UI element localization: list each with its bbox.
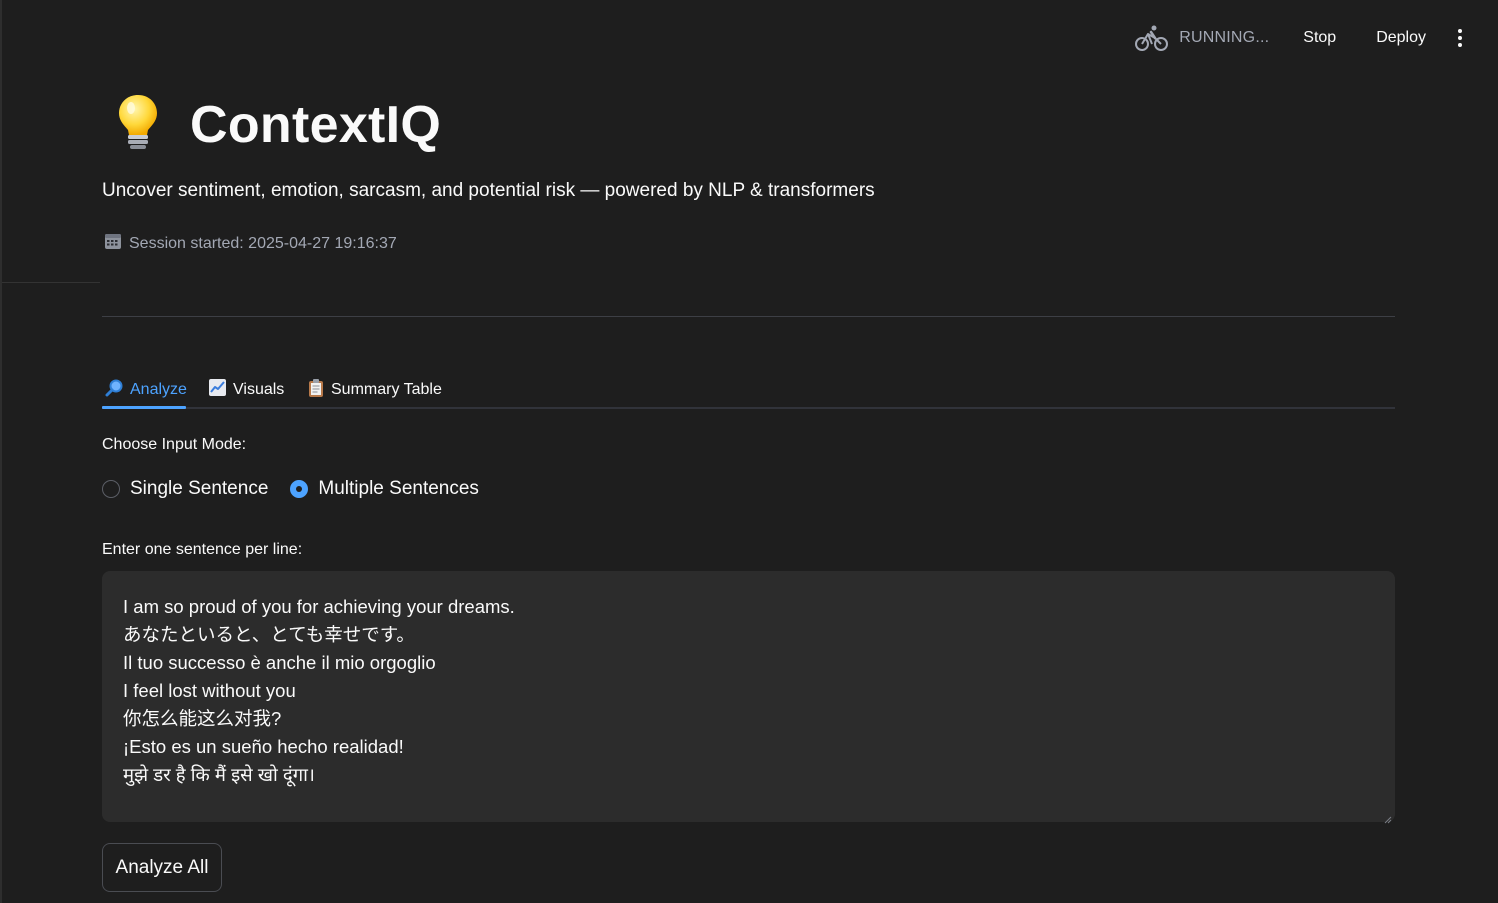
- radio-circle-checked[interactable]: [290, 480, 309, 498]
- input-mode-label: Choose Input Mode:: [102, 436, 247, 453]
- textarea-line: ¡Esto es un sueño hecho realidad!: [123, 736, 404, 757]
- session-info: Session started: 2025-04-27 19:16:37: [104, 232, 397, 255]
- tab-analyze[interactable]: Analyze: [104, 372, 187, 408]
- textarea-line: I am so proud of you for achieving your …: [123, 596, 515, 617]
- tab-analyze-label: Analyze: [130, 381, 187, 398]
- radio-multiple-sentences[interactable]: Multiple Sentences: [290, 478, 479, 500]
- active-tab-indicator: [102, 406, 186, 409]
- title-row: ContextIQ: [114, 92, 441, 157]
- resize-handle-icon[interactable]: [1384, 811, 1392, 824]
- tab-visuals[interactable]: Visuals: [208, 372, 284, 408]
- app-root: RUNNING... Stop Deploy ContextIQ Uncover…: [0, 0, 1498, 903]
- input-mode-radio-group: Single Sentence Multiple Sentences: [102, 478, 479, 500]
- textarea-line: Il tuo successo è anche il mio orgoglio: [123, 652, 436, 673]
- sidebar-divider: [2, 282, 100, 283]
- sentences-textarea[interactable]: I am so proud of you for achieving your …: [102, 571, 1395, 824]
- top-toolbar: RUNNING... Stop Deploy: [1135, 22, 1468, 54]
- magnifier-icon: [104, 378, 124, 403]
- textarea-line: 你怎么能这么对我?: [123, 708, 282, 729]
- page-title: ContextIQ: [190, 95, 442, 154]
- kebab-menu-icon[interactable]: [1452, 23, 1468, 53]
- textarea-line: मुझे डर है कि मैं इसे खो दूंगा।: [123, 764, 315, 785]
- bicycle-icon: [1135, 24, 1169, 52]
- radio-single-sentence[interactable]: Single Sentence: [102, 478, 268, 500]
- sentences-label: Enter one sentence per line:: [102, 541, 303, 558]
- analyze-all-button[interactable]: Analyze All: [102, 843, 222, 892]
- textarea-line: I feel lost without you: [123, 680, 296, 701]
- deploy-button[interactable]: Deploy: [1368, 23, 1434, 53]
- tab-bar: Analyze Visuals Summary Table: [102, 366, 1395, 410]
- textarea-line: あなたといると、とても幸せです。: [123, 624, 415, 645]
- header-divider: [102, 316, 1395, 317]
- calendar-icon: [104, 232, 122, 255]
- running-status: RUNNING...: [1135, 24, 1269, 52]
- tab-bar-line: [102, 407, 1395, 409]
- tab-visuals-label: Visuals: [233, 381, 285, 398]
- tab-summary-table[interactable]: Summary Table: [307, 372, 442, 408]
- session-text: Session started: 2025-04-27 19:16:37: [129, 234, 397, 252]
- chart-icon: [208, 378, 227, 402]
- radio-multiple-sentences-label: Multiple Sentences: [318, 478, 479, 499]
- lightbulb-icon: [114, 92, 162, 157]
- sidebar-edge: [0, 0, 2, 903]
- radio-circle-unchecked[interactable]: [102, 480, 120, 498]
- page-subtitle: Uncover sentiment, emotion, sarcasm, and…: [102, 180, 875, 201]
- radio-single-sentence-label: Single Sentence: [130, 478, 269, 499]
- stop-button[interactable]: Stop: [1295, 23, 1344, 53]
- running-status-text: RUNNING...: [1179, 29, 1270, 46]
- tab-summary-table-label: Summary Table: [331, 381, 442, 398]
- clipboard-icon: [307, 378, 325, 403]
